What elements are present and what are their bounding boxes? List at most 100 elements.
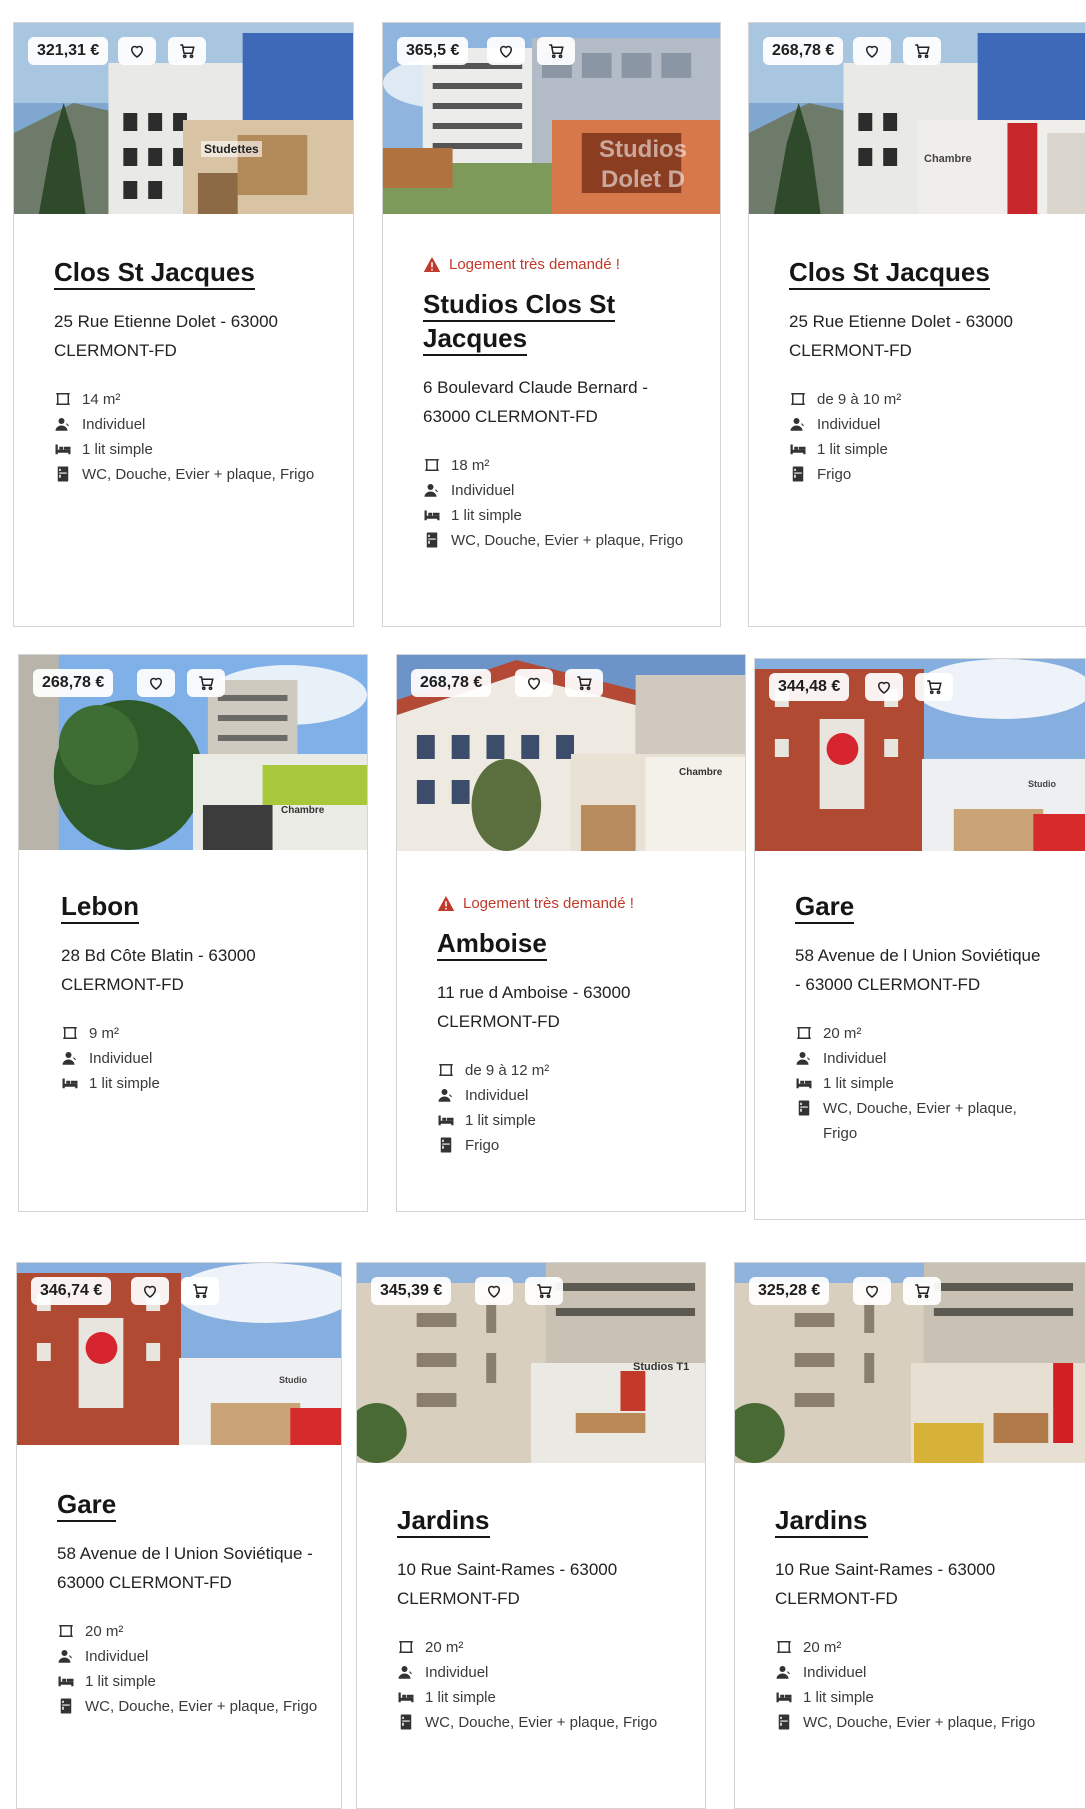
add-to-cart-button[interactable] — [903, 37, 941, 65]
cart-icon — [180, 44, 195, 59]
listing-address: 10 Rue Saint-Rames - 63000 CLERMONT-FD — [397, 1560, 618, 1608]
price-tag[interactable]: 268,78 € — [763, 37, 844, 65]
person-icon — [776, 1666, 790, 1679]
feature-occupancy: Individuel — [57, 1644, 319, 1669]
favorite-button[interactable] — [137, 669, 175, 697]
feature-occupancy: Individuel — [54, 412, 331, 437]
feature-bed: 1 lit simple — [775, 1685, 1063, 1710]
feature-occupancy: Individuel — [789, 412, 1063, 437]
listing-address: 25 Rue Etienne Dolet - 63000 CLERMONT-FD — [789, 312, 1013, 360]
favorite-button[interactable] — [487, 37, 525, 65]
feature-occupancy: Individuel — [61, 1046, 345, 1071]
surface-area-icon — [63, 1027, 77, 1039]
listing-title[interactable]: Gare — [57, 1489, 117, 1522]
listing-card[interactable]: Studios T1 345,39 € Jardins 10 Rue Saint… — [356, 1262, 706, 1809]
price-tag[interactable]: 325,28 € — [749, 1277, 830, 1305]
surface-area-icon — [777, 1641, 791, 1653]
kitchen-icon — [400, 1714, 412, 1730]
person-icon — [438, 1089, 452, 1102]
listing-card[interactable]: 325,28 € Jardins 10 Rue Saint-Rames - 63… — [734, 1262, 1086, 1809]
listing-title[interactable]: Lebon — [61, 891, 139, 924]
feature-amenities: WC, Douche, Evier + plaque, Frigo — [57, 1694, 319, 1719]
add-to-cart-button[interactable] — [903, 1277, 941, 1305]
person-icon — [790, 418, 804, 431]
photo-caption: Studio — [1028, 779, 1056, 789]
price-tag[interactable]: 365,5 € — [397, 37, 469, 65]
listing-title[interactable]: Jardins — [397, 1505, 490, 1538]
photo-caption: Studios T1 — [633, 1361, 690, 1373]
listing-title[interactable]: Amboise — [437, 928, 547, 961]
listing-card[interactable]: Chambre 268,78 € Lebon 28 Bd Côte Blatin… — [18, 654, 368, 1212]
add-to-cart-button[interactable] — [915, 673, 953, 701]
listing-card[interactable]: Studio 346,74 € Gare 58 Avenue de l Unio… — [16, 1262, 342, 1809]
person-icon — [424, 484, 438, 497]
feature-occupancy: Individuel — [397, 1660, 683, 1685]
feature-occupancy: Individuel — [423, 478, 698, 503]
person-icon — [62, 1052, 76, 1065]
listing-title[interactable]: Studios Clos St Jacques — [423, 289, 616, 356]
feature-occupancy: Individuel — [437, 1083, 723, 1108]
favorite-button[interactable] — [853, 37, 891, 65]
surface-area-icon — [425, 459, 439, 471]
add-to-cart-button[interactable] — [525, 1277, 563, 1305]
cart-icon — [537, 1284, 552, 1299]
price-tag[interactable]: 268,78 € — [33, 669, 114, 697]
price-tag[interactable]: 321,31 € — [28, 37, 109, 65]
high-demand-alert: Logement très demandé ! — [437, 895, 723, 912]
add-to-cart-button[interactable] — [565, 669, 603, 697]
feature-amenities: WC, Douche, Evier + plaque, Frigo — [423, 528, 698, 553]
price-tag[interactable]: 268,78 € — [411, 669, 492, 697]
photo-caption: Chambre — [679, 767, 723, 778]
favorite-button[interactable] — [515, 669, 553, 697]
favorite-button[interactable] — [131, 1277, 169, 1305]
feature-bed: 1 lit simple — [54, 437, 331, 462]
feature-surface: 20 m² — [775, 1635, 1063, 1660]
bed-icon — [62, 1078, 78, 1089]
listing-card[interactable]: Studios Dolet D 365,5 € Logement très de… — [382, 22, 721, 627]
photo-caption: Chambre — [924, 153, 972, 165]
kitchen-icon — [426, 532, 438, 548]
feature-surface: 9 m² — [61, 1021, 345, 1046]
photo-caption: Studios Dolet D — [599, 136, 687, 193]
favorite-button[interactable] — [853, 1277, 891, 1305]
listing-address: 6 Boulevard Claude Bernard - 63000 CLERM… — [423, 378, 648, 426]
listing-address: 58 Avenue de l Union Soviétique - 63000 … — [795, 946, 1041, 994]
kitchen-icon — [792, 466, 804, 482]
add-to-cart-button[interactable] — [181, 1277, 219, 1305]
photo-caption: Chambre — [281, 805, 325, 816]
favorite-button[interactable] — [475, 1277, 513, 1305]
feature-occupancy: Individuel — [795, 1046, 1045, 1071]
person-icon — [58, 1650, 72, 1663]
warning-icon — [437, 896, 455, 911]
listing-card[interactable]: Chambre 268,78 € Logement très demandé !… — [396, 654, 746, 1212]
listing-title[interactable]: Gare — [795, 891, 855, 924]
listing-card[interactable]: Studio 344,48 € Gare 58 Avenue de l Unio… — [754, 658, 1086, 1220]
listing-card[interactable]: Chambre 268,78 € Clos St Jacques 25 Rue … — [748, 22, 1086, 627]
surface-area-icon — [399, 1641, 413, 1653]
bed-icon — [796, 1078, 812, 1089]
person-icon — [55, 418, 69, 431]
feature-amenities: WC, Douche, Evier + plaque, Frigo — [397, 1710, 683, 1735]
cart-icon — [199, 676, 214, 691]
favorite-button[interactable] — [865, 673, 903, 701]
listing-title[interactable]: Clos St Jacques — [54, 257, 255, 290]
bed-icon — [55, 444, 71, 455]
warning-icon — [423, 257, 441, 272]
add-to-cart-button[interactable] — [168, 37, 206, 65]
kitchen-icon — [798, 1100, 810, 1116]
heart-icon — [877, 681, 891, 694]
person-icon — [398, 1666, 412, 1679]
add-to-cart-button[interactable] — [187, 669, 225, 697]
bed-icon — [776, 1692, 792, 1703]
favorite-button[interactable] — [118, 37, 156, 65]
listing-title[interactable]: Jardins — [775, 1505, 868, 1538]
price-tag[interactable]: 344,48 € — [769, 673, 850, 701]
add-to-cart-button[interactable] — [537, 37, 575, 65]
bed-icon — [398, 1692, 414, 1703]
feature-bed: 1 lit simple — [397, 1685, 683, 1710]
price-tag[interactable]: 346,74 € — [31, 1277, 112, 1305]
price-tag[interactable]: 345,39 € — [371, 1277, 452, 1305]
surface-area-icon — [791, 393, 805, 405]
listing-title[interactable]: Clos St Jacques — [789, 257, 990, 290]
listing-card[interactable]: Studettes 321,31 € Clos St Jacques 25 Ru… — [13, 22, 354, 627]
